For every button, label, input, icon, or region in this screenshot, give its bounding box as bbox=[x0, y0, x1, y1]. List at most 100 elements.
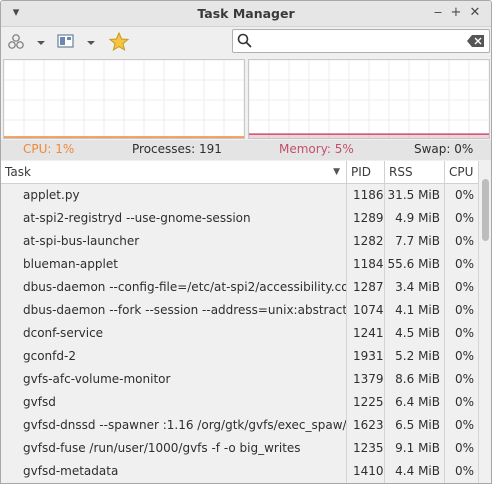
sort-descending-icon: ▼ bbox=[333, 167, 340, 177]
view-options-button[interactable] bbox=[56, 31, 100, 53]
table-row[interactable]: blueman-applet 1184 55.6 MiB 0% bbox=[1, 253, 478, 276]
column-header-rss[interactable]: RSS bbox=[385, 161, 445, 183]
task-name-cell: gconfd-2 bbox=[1, 345, 347, 368]
task-name-cell: applet.py bbox=[1, 184, 347, 207]
memory-graph bbox=[248, 59, 490, 139]
maximize-button[interactable]: + bbox=[447, 4, 465, 22]
minimize-button[interactable]: ‒ bbox=[429, 4, 447, 22]
table-row[interactable]: gvfsd-metadata 1410 4.4 MiB 0% bbox=[1, 460, 478, 483]
task-name-cell: gvfsd bbox=[1, 391, 347, 414]
processes-tree-button[interactable] bbox=[5, 31, 47, 53]
cpu-graph bbox=[3, 59, 245, 139]
cpu-cell: 0% bbox=[454, 349, 474, 363]
process-table: Task ▼ PID RSS CPU applet.py 1186 31.5 MiB… bbox=[1, 161, 478, 483]
task-name-cell: gvfs-afc-volume-monitor bbox=[1, 368, 347, 391]
cpu-cell: 0% bbox=[454, 326, 474, 340]
pid-cell: 1186 bbox=[347, 184, 385, 207]
columns-icon bbox=[57, 34, 95, 48]
column-header-pid[interactable]: PID bbox=[347, 161, 385, 183]
cpu-cell: 0% bbox=[454, 188, 474, 202]
task-name-cell: at-spi2-registryd --use-gnome-session bbox=[1, 207, 347, 230]
memory-usage-label: Memory: 5% bbox=[279, 142, 354, 156]
cpu-cell: 0% bbox=[454, 257, 474, 271]
table-row[interactable]: dconf-service 1241 4.5 MiB 0% bbox=[1, 322, 478, 345]
favorites-button[interactable] bbox=[108, 31, 130, 53]
tree-view-icon bbox=[8, 34, 45, 49]
table-row[interactable]: gvfsd-fuse /run/user/1000/gvfs -f -o big… bbox=[1, 437, 478, 460]
column-header-task[interactable]: Task ▼ bbox=[1, 161, 347, 183]
pid-cell: 1235 bbox=[347, 437, 385, 460]
table-row[interactable]: at-spi2-registryd --use-gnome-session 128… bbox=[1, 207, 478, 230]
table-row[interactable]: gconfd-2 1931 5.2 MiB 0% bbox=[1, 345, 478, 368]
title-bar[interactable]: ▾ Task Manager ‒ + ✕ bbox=[1, 1, 491, 27]
window-title: Task Manager bbox=[197, 6, 295, 21]
task-name-cell: blueman-applet bbox=[1, 253, 347, 276]
cpu-cell: 0% bbox=[454, 395, 474, 409]
task-name-cell: at-spi-bus-launcher bbox=[1, 230, 347, 253]
pid-cell: 1379 bbox=[347, 368, 385, 391]
search-input[interactable] bbox=[255, 32, 455, 48]
rss-cell: 4.5 MiB bbox=[385, 322, 445, 345]
pid-cell: 1623 bbox=[347, 414, 385, 437]
star-icon bbox=[108, 31, 130, 52]
swap-usage-label: Swap: 0% bbox=[414, 142, 474, 156]
close-button[interactable]: ✕ bbox=[466, 4, 484, 22]
cpu-cell: 0% bbox=[454, 372, 474, 386]
rss-cell: 5.2 MiB bbox=[385, 345, 445, 368]
memory-graph-plot bbox=[248, 59, 490, 138]
cpu-cell: 0% bbox=[454, 418, 474, 432]
rss-cell: 6.4 MiB bbox=[385, 391, 445, 414]
rss-cell: 4.4 MiB bbox=[385, 460, 445, 483]
graphs-area bbox=[1, 58, 491, 140]
pid-cell: 1931 bbox=[347, 345, 385, 368]
task-name-cell: dbus-daemon --fork --session --address=u… bbox=[1, 299, 347, 322]
rss-cell: 31.5 MiB bbox=[385, 184, 445, 207]
search-field[interactable] bbox=[232, 29, 490, 53]
table-row[interactable]: gvfsd 1225 6.4 MiB 0% bbox=[1, 391, 478, 414]
cpu-usage-label: CPU: 1% bbox=[23, 142, 75, 156]
task-name-cell: dconf-service bbox=[1, 322, 347, 345]
cpu-cell: 0% bbox=[454, 280, 474, 294]
rss-cell: 9.1 MiB bbox=[385, 437, 445, 460]
toolbar bbox=[1, 27, 491, 57]
pid-cell: 1410 bbox=[347, 460, 385, 483]
cpu-cell: 0% bbox=[454, 234, 474, 248]
table-row[interactable]: at-spi-bus-launcher 1282 7.7 MiB 0% bbox=[1, 230, 478, 253]
task-name-cell: gvfsd-metadata bbox=[1, 460, 347, 483]
rss-cell: 6.5 MiB bbox=[385, 414, 445, 437]
cpu-cell: 0% bbox=[454, 464, 474, 478]
clear-search-icon[interactable] bbox=[467, 34, 485, 48]
table-row[interactable]: dbus-daemon --fork --session --address=u… bbox=[1, 299, 478, 322]
rss-cell: 55.6 MiB bbox=[385, 253, 445, 276]
pid-cell: 1282 bbox=[347, 230, 385, 253]
search-icon bbox=[237, 33, 252, 48]
table-row[interactable]: gvfs-afc-volume-monitor 1379 8.6 MiB 0% bbox=[1, 368, 478, 391]
rss-cell: 7.7 MiB bbox=[385, 230, 445, 253]
rss-cell: 3.4 MiB bbox=[385, 276, 445, 299]
rss-cell: 8.6 MiB bbox=[385, 368, 445, 391]
table-header: Task ▼ PID RSS CPU bbox=[1, 161, 478, 184]
pid-cell: 1184 bbox=[347, 253, 385, 276]
task-name-cell: gvfsd-fuse /run/user/1000/gvfs -f -o big… bbox=[1, 437, 347, 460]
pid-cell: 1287 bbox=[347, 276, 385, 299]
table-row[interactable]: dbus-daemon --config-file=/etc/at-spi2/a… bbox=[1, 276, 478, 299]
task-manager-window: ▾ Task Manager ‒ + ✕ CPU: 1% Processes: … bbox=[0, 0, 492, 484]
table-row[interactable]: gvfsd-dnssd --spawner :1.16 /org/gtk/gvf… bbox=[1, 414, 478, 437]
task-name-cell: gvfsd-dnssd --spawner :1.16 /org/gtk/gvf… bbox=[1, 414, 347, 437]
scrollbar-thumb[interactable] bbox=[482, 179, 489, 241]
cpu-cell: 0% bbox=[454, 441, 474, 455]
cpu-cell: 0% bbox=[454, 211, 474, 225]
table-row[interactable]: applet.py 1186 31.5 MiB 0% bbox=[1, 184, 478, 207]
pid-cell: 1225 bbox=[347, 391, 385, 414]
status-bar: CPU: 1% Processes: 191 Memory: 5% Swap: … bbox=[1, 140, 491, 160]
cpu-cell: 0% bbox=[454, 303, 474, 317]
pid-cell: 1241 bbox=[347, 322, 385, 345]
column-header-task-label: Task bbox=[5, 165, 31, 179]
rss-cell: 4.9 MiB bbox=[385, 207, 445, 230]
cpu-graph-plot bbox=[3, 59, 245, 138]
column-header-cpu[interactable]: CPU bbox=[445, 161, 478, 183]
pid-cell: 1289 bbox=[347, 207, 385, 230]
rss-cell: 4.1 MiB bbox=[385, 299, 445, 322]
processes-count-label: Processes: 191 bbox=[132, 142, 222, 156]
vertical-scrollbar[interactable] bbox=[478, 161, 491, 483]
